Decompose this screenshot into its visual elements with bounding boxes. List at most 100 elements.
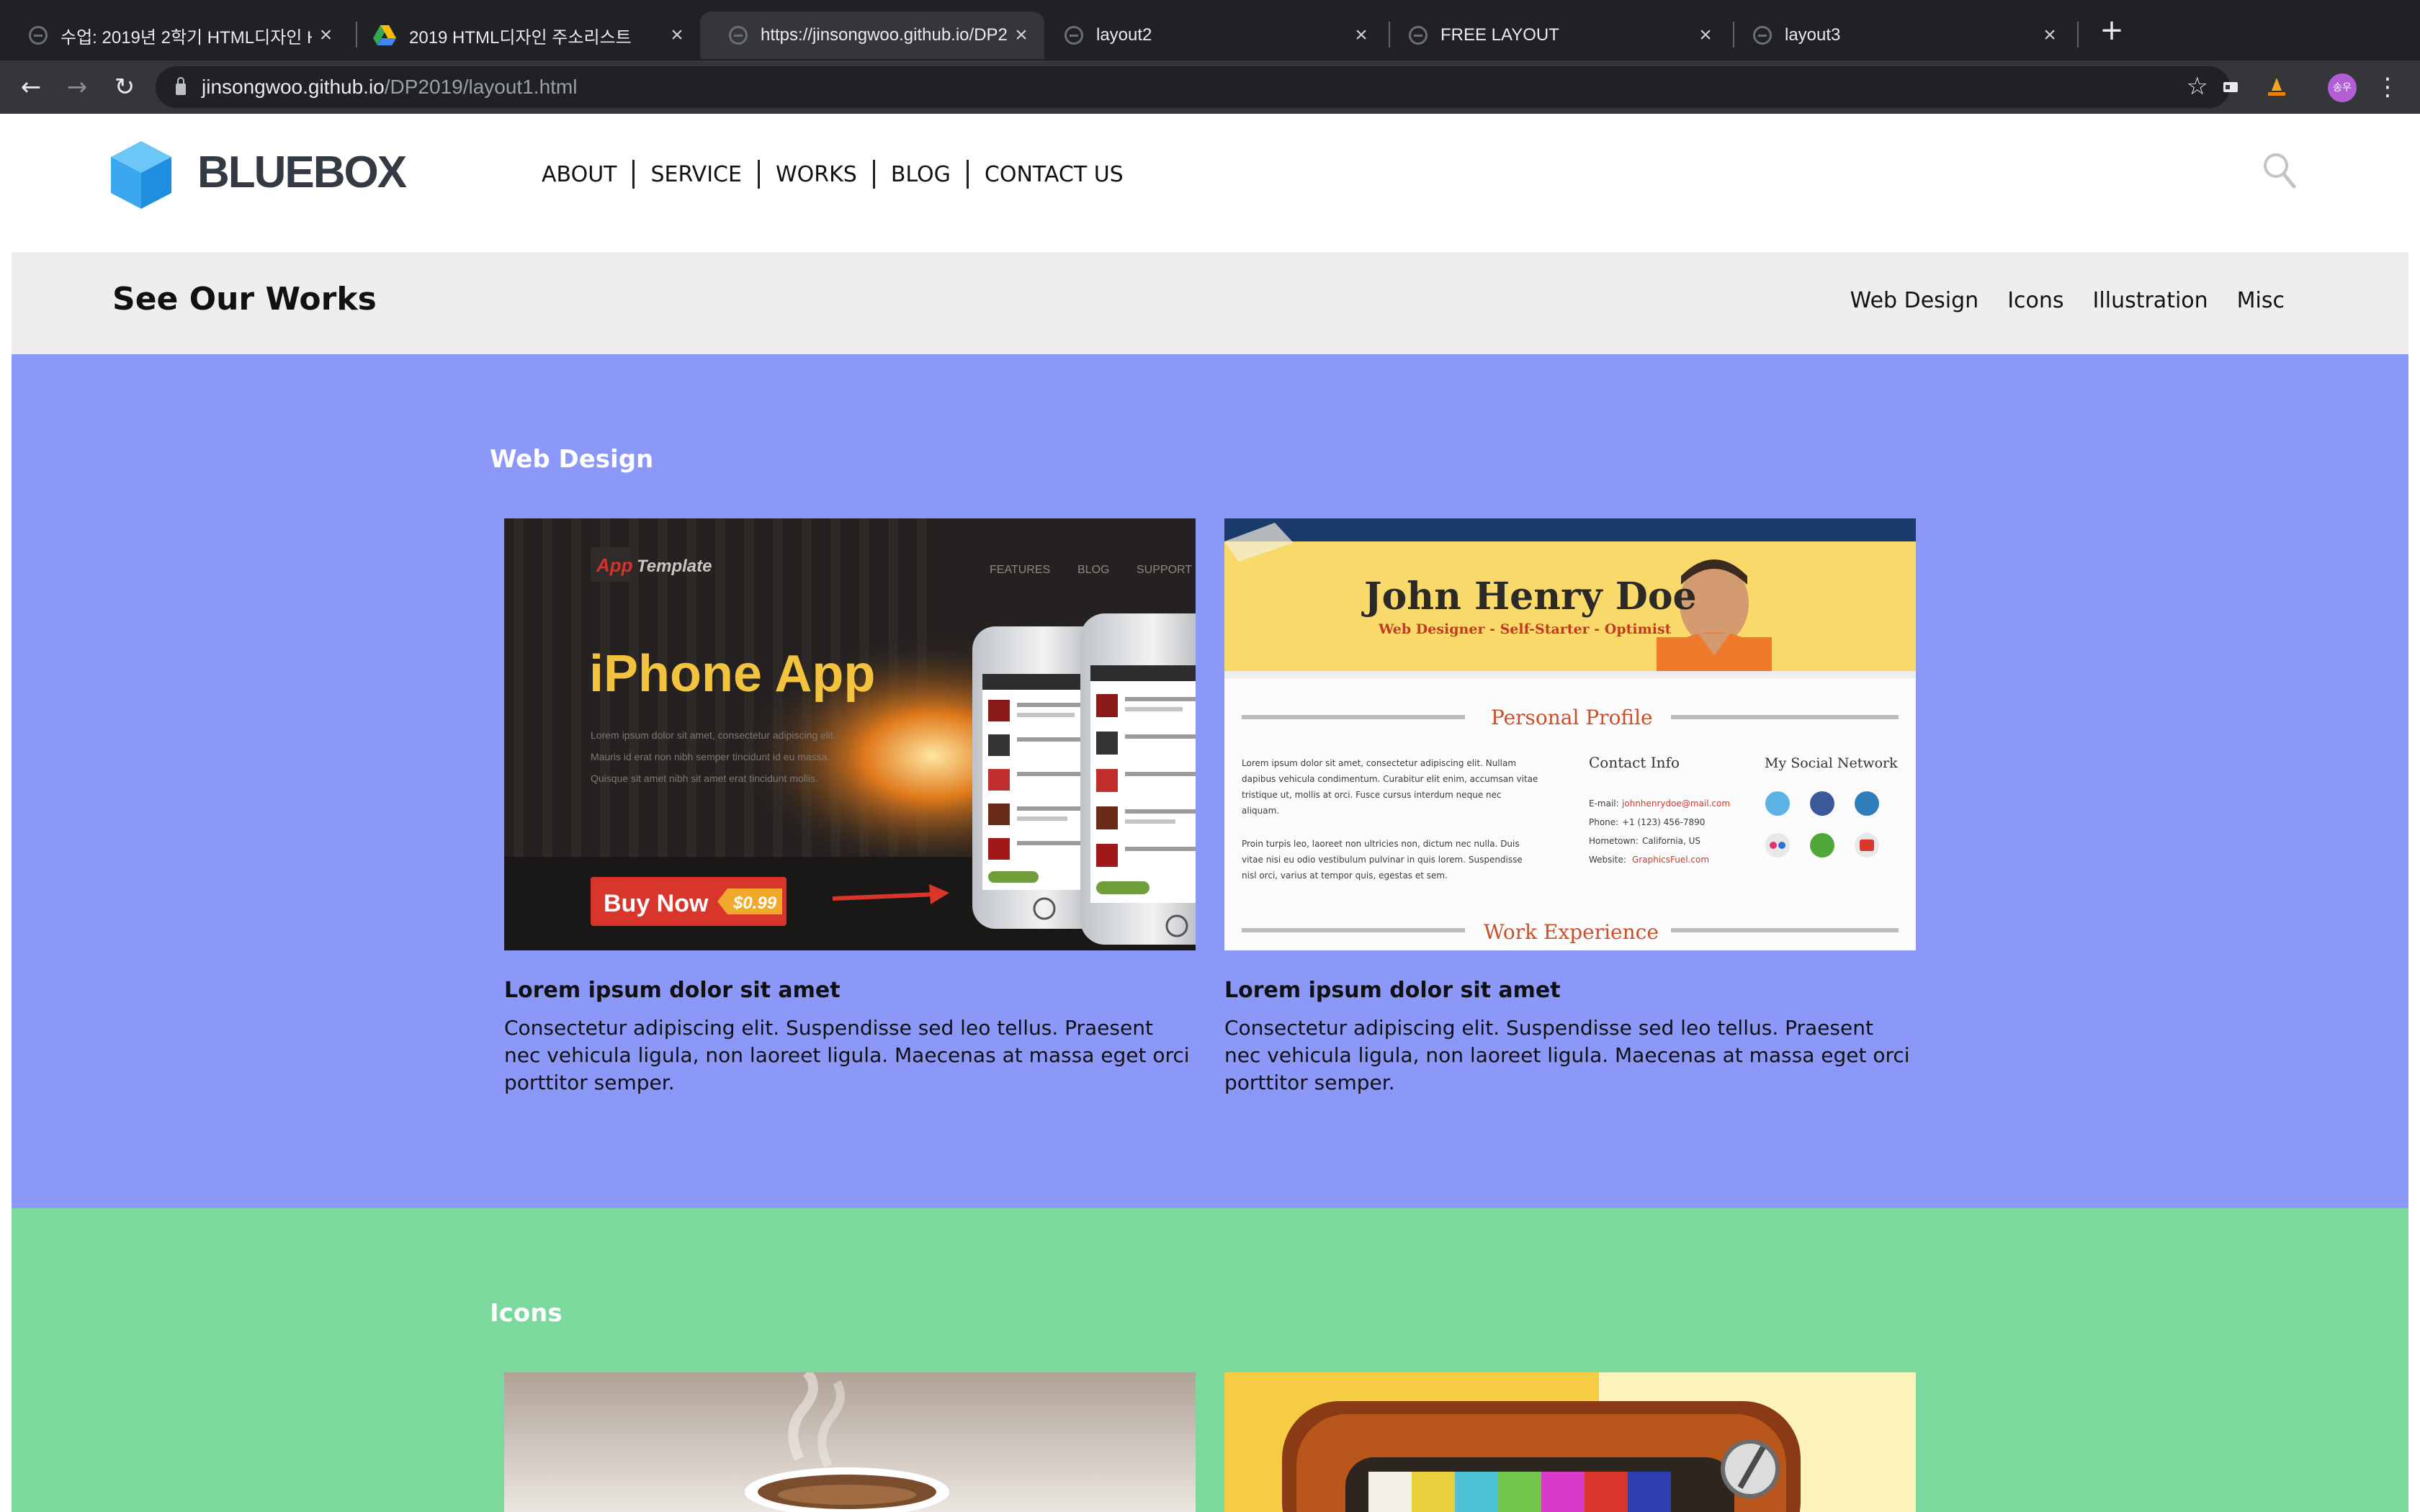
lock-icon <box>176 77 186 95</box>
close-icon[interactable]: × <box>663 23 691 48</box>
category-misc[interactable]: Misc <box>2237 288 2285 313</box>
profile-paragraph-line: vitae nisi eu odio vestibulum pulvinar i… <box>1242 855 1523 865</box>
close-icon[interactable]: × <box>1347 23 1376 48</box>
contact-label: E-mail: <box>1589 798 1619 809</box>
nav-divider <box>966 160 969 189</box>
tab-title: FREE LAYOUT <box>1440 25 1559 45</box>
card-title[interactable]: Lorem ipsum dolor sit amet <box>504 978 1196 1003</box>
facebook-icon <box>1810 791 1834 816</box>
coffee-cup-icon-thumbnail[interactable] <box>504 1372 1196 1512</box>
nav-contact-us[interactable]: CONTACT US <box>985 162 1124 187</box>
resume-template-thumbnail[interactable]: John Henry Doe Web Designer - Self-Start… <box>1224 518 1916 950</box>
brand-name[interactable]: BLUEBOX <box>197 147 407 198</box>
flickr-icon <box>1765 833 1790 858</box>
contact-value: johnhenrydoe@mail.com <box>1621 798 1730 809</box>
work-card[interactable]: App Template FEATURES BLOG SUPPORT iPhon… <box>504 518 1196 1097</box>
color-bars <box>1368 1472 1671 1512</box>
nav-divider <box>757 160 760 189</box>
section-title: Icons <box>490 1299 563 1328</box>
card-description: Consectetur adipiscing elit. Suspendisse… <box>1224 1016 1910 1094</box>
main-nav: ABOUT SERVICE WORKS BLOG CONTACT US <box>542 160 1124 189</box>
blue-cube-logo-icon[interactable] <box>111 141 171 209</box>
browser-tab-active[interactable]: https://jinsongwoo.github.io/DP2 × <box>700 12 1044 59</box>
browser-menu-button[interactable]: ⋮ <box>2371 71 2404 104</box>
profile-paragraph-line: Lorem ipsum dolor sit amet, consectetur … <box>1242 758 1516 768</box>
iphone-app-template-thumbnail[interactable]: App Template FEATURES BLOG SUPPORT iPhon… <box>504 518 1196 950</box>
browser-tab-strip: 수업: 2019년 2학기 HTML디자인 H × 2019 HTML디자인 주… <box>0 0 2420 60</box>
search-icon[interactable] <box>2262 151 2298 190</box>
extension-boat-icon[interactable] <box>2263 73 2290 101</box>
resume-artwork: John Henry Doe Web Designer - Self-Start… <box>1224 518 1916 950</box>
tab-title: layout2 <box>1096 25 1152 45</box>
nav-service[interactable]: SERVICE <box>650 162 741 187</box>
contact-label: Website: <box>1589 855 1626 865</box>
back-button[interactable]: ← <box>14 71 48 104</box>
browser-tab[interactable]: layout3 × <box>1724 12 2073 59</box>
social-heading: My Social Network <box>1765 755 1898 771</box>
browser-tab[interactable]: 수업: 2019년 2학기 HTML디자인 H × <box>0 12 349 59</box>
iphone-app-artwork: App Template FEATURES BLOG SUPPORT iPhon… <box>504 518 1196 950</box>
work-card[interactable]: John Henry Doe Web Designer - Self-Start… <box>1224 518 1916 1097</box>
close-icon[interactable]: × <box>2035 23 2064 48</box>
address-bar[interactable]: jinsongwoo.github.io/DP2019/layout1.html… <box>156 66 2230 108</box>
globe-icon <box>29 26 48 45</box>
contact-heading: Contact Info <box>1589 754 1680 771</box>
tab-title: layout3 <box>1785 25 1841 45</box>
profile-avatar[interactable]: 송우 <box>2328 73 2357 102</box>
contact-value: California, US <box>1642 836 1700 846</box>
profile-heading: Personal Profile <box>1491 706 1653 729</box>
contact-value: GraphicsFuel.com <box>1632 855 1709 865</box>
card-title[interactable]: Lorem ipsum dolor sit amet <box>1224 978 1916 1003</box>
profile-paragraph-line: nisl orci, varius at tempor quis, egesta… <box>1242 870 1448 881</box>
reload-button[interactable]: ↻ <box>108 71 141 104</box>
coffee-cup-icon <box>504 1372 1196 1512</box>
web-design-section: Web Design App Template FEATURES BLOG SU… <box>12 354 2408 1208</box>
nav-blog[interactable]: BLOG <box>891 162 951 187</box>
contact-label: Phone: <box>1589 817 1618 827</box>
template-nav-features: FEATURES <box>990 564 1050 576</box>
globe-icon <box>1409 26 1428 45</box>
profile-paragraph-line: aliquam. <box>1242 806 1279 816</box>
template-brand-app: App <box>596 554 633 576</box>
browser-tab[interactable]: layout2 × <box>1036 12 1384 59</box>
nav-about[interactable]: ABOUT <box>542 162 617 187</box>
nav-works[interactable]: WORKS <box>776 162 857 187</box>
icons-section: Icons <box>12 1208 2408 1512</box>
tab-title: 수업: 2019년 2학기 HTML디자인 H <box>60 27 313 48</box>
tab-divider <box>2077 22 2079 48</box>
browser-tab[interactable]: 2019 HTML디자인 주소리스트 × <box>344 12 700 59</box>
retro-tv-icon <box>1224 1372 1916 1512</box>
template-lorem-line: Lorem ipsum dolor sit amet, consectetur … <box>591 729 836 741</box>
template-lorem-line: Mauris id erat non nibh semper tincidunt… <box>591 751 830 762</box>
profile-paragraph-line: tristique ut, mollis at orci. Fusce curs… <box>1242 790 1502 800</box>
new-tab-button[interactable]: + <box>2096 16 2128 48</box>
linkedin-icon <box>1855 791 1879 816</box>
works-subheader: See Our Works Web Design Icons Illustrat… <box>12 252 2408 354</box>
template-lorem-line: Quisque sit amet nibh sit amet erat tinc… <box>591 773 818 784</box>
google-drive-icon <box>373 25 396 45</box>
category-web-design[interactable]: Web Design <box>1850 288 1979 313</box>
category-nav: Web Design Icons Illustration Misc <box>1850 288 2285 313</box>
work-experience-heading: Work Experience <box>1484 920 1659 944</box>
browser-tab[interactable]: FREE LAYOUT × <box>1380 12 1729 59</box>
close-icon[interactable]: × <box>1007 23 1036 48</box>
category-icons[interactable]: Icons <box>2007 288 2063 313</box>
iphone-mockup-front <box>1080 613 1196 945</box>
work-card[interactable] <box>1224 1372 1916 1512</box>
tab-title: 2019 HTML디자인 주소리스트 <box>409 27 632 48</box>
bookmark-star-icon[interactable]: ☆ <box>2187 72 2208 101</box>
extension-card-icon[interactable] <box>2217 73 2244 101</box>
browser-toolbar: ← → ↻ jinsongwoo.github.io/DP2019/layout… <box>0 60 2420 114</box>
section-title: Web Design <box>490 445 654 474</box>
url-text: jinsongwoo.github.io/DP2019/layout1.html <box>202 76 578 98</box>
globe-icon <box>729 26 748 45</box>
forward-button[interactable]: → <box>60 71 94 104</box>
close-icon[interactable]: × <box>312 23 340 48</box>
retro-tv-icon-thumbnail[interactable] <box>1224 1372 1916 1512</box>
resume-tagline: Web Designer - Self-Starter - Optimist <box>1378 621 1672 637</box>
nav-divider <box>872 160 875 189</box>
category-illustration[interactable]: Illustration <box>2093 288 2208 313</box>
close-icon[interactable]: × <box>1691 23 1720 48</box>
work-card[interactable] <box>504 1372 1196 1512</box>
profile-paragraph-line: Proin turpis leo, laoreet non ultricies … <box>1242 839 1520 849</box>
